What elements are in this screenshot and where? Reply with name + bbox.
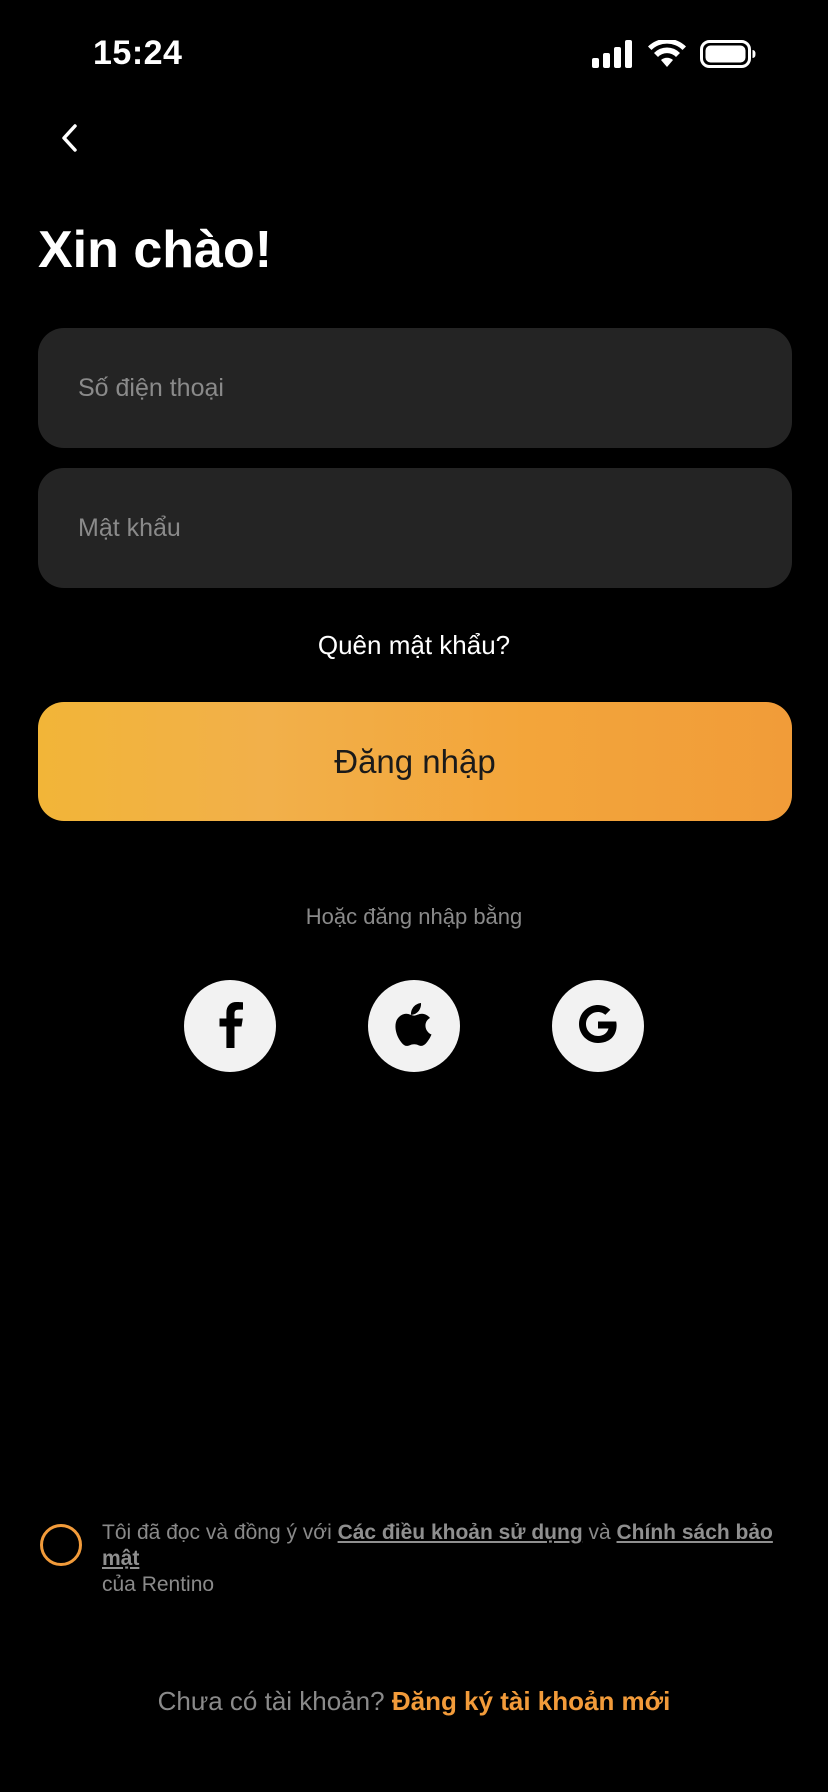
terms-suffix: của Rentino: [102, 1573, 215, 1596]
wifi-icon: [648, 40, 686, 68]
google-icon: [575, 1001, 621, 1052]
status-time: 15:24: [93, 34, 183, 72]
forgot-password-link[interactable]: Quên mật khẩu?: [0, 630, 828, 661]
back-button[interactable]: [48, 118, 92, 162]
alt-login-label: Hoặc đăng nhập bằng: [305, 904, 523, 929]
social-login-row: [0, 980, 828, 1072]
terms-agree-radio[interactable]: [40, 1524, 82, 1566]
apple-icon: [394, 1001, 434, 1052]
password-input[interactable]: [38, 468, 792, 588]
signup-prompt: Chưa có tài khoản?: [157, 1686, 392, 1716]
chevron-left-icon: [60, 123, 80, 158]
apple-login-button[interactable]: [368, 980, 460, 1072]
terms-prefix: Tôi đã đọc và đồng ý với: [102, 1521, 338, 1544]
signup-row: Chưa có tài khoản? Đăng ký tài khoản mới: [0, 1686, 828, 1717]
page-title: Xin chào!: [38, 221, 273, 279]
battery-icon: [700, 40, 756, 68]
login-button[interactable]: Đăng nhập: [38, 702, 792, 821]
phone-number-input[interactable]: [38, 328, 792, 448]
facebook-login-button[interactable]: [184, 980, 276, 1072]
terms-agreement: Tôi đã đọc và đồng ý với Các điều khoản …: [40, 1520, 800, 1598]
terms-text: Tôi đã đọc và đồng ý với Các điều khoản …: [102, 1520, 800, 1598]
status-icons: [592, 38, 756, 70]
facebook-icon: [216, 1000, 244, 1053]
cellular-signal-icon: [592, 40, 634, 68]
signup-link[interactable]: Đăng ký tài khoản mới: [392, 1686, 671, 1716]
terms-of-use-link[interactable]: Các điều khoản sử dụng: [338, 1521, 583, 1544]
google-login-button[interactable]: [552, 980, 644, 1072]
terms-and: và: [582, 1521, 617, 1544]
